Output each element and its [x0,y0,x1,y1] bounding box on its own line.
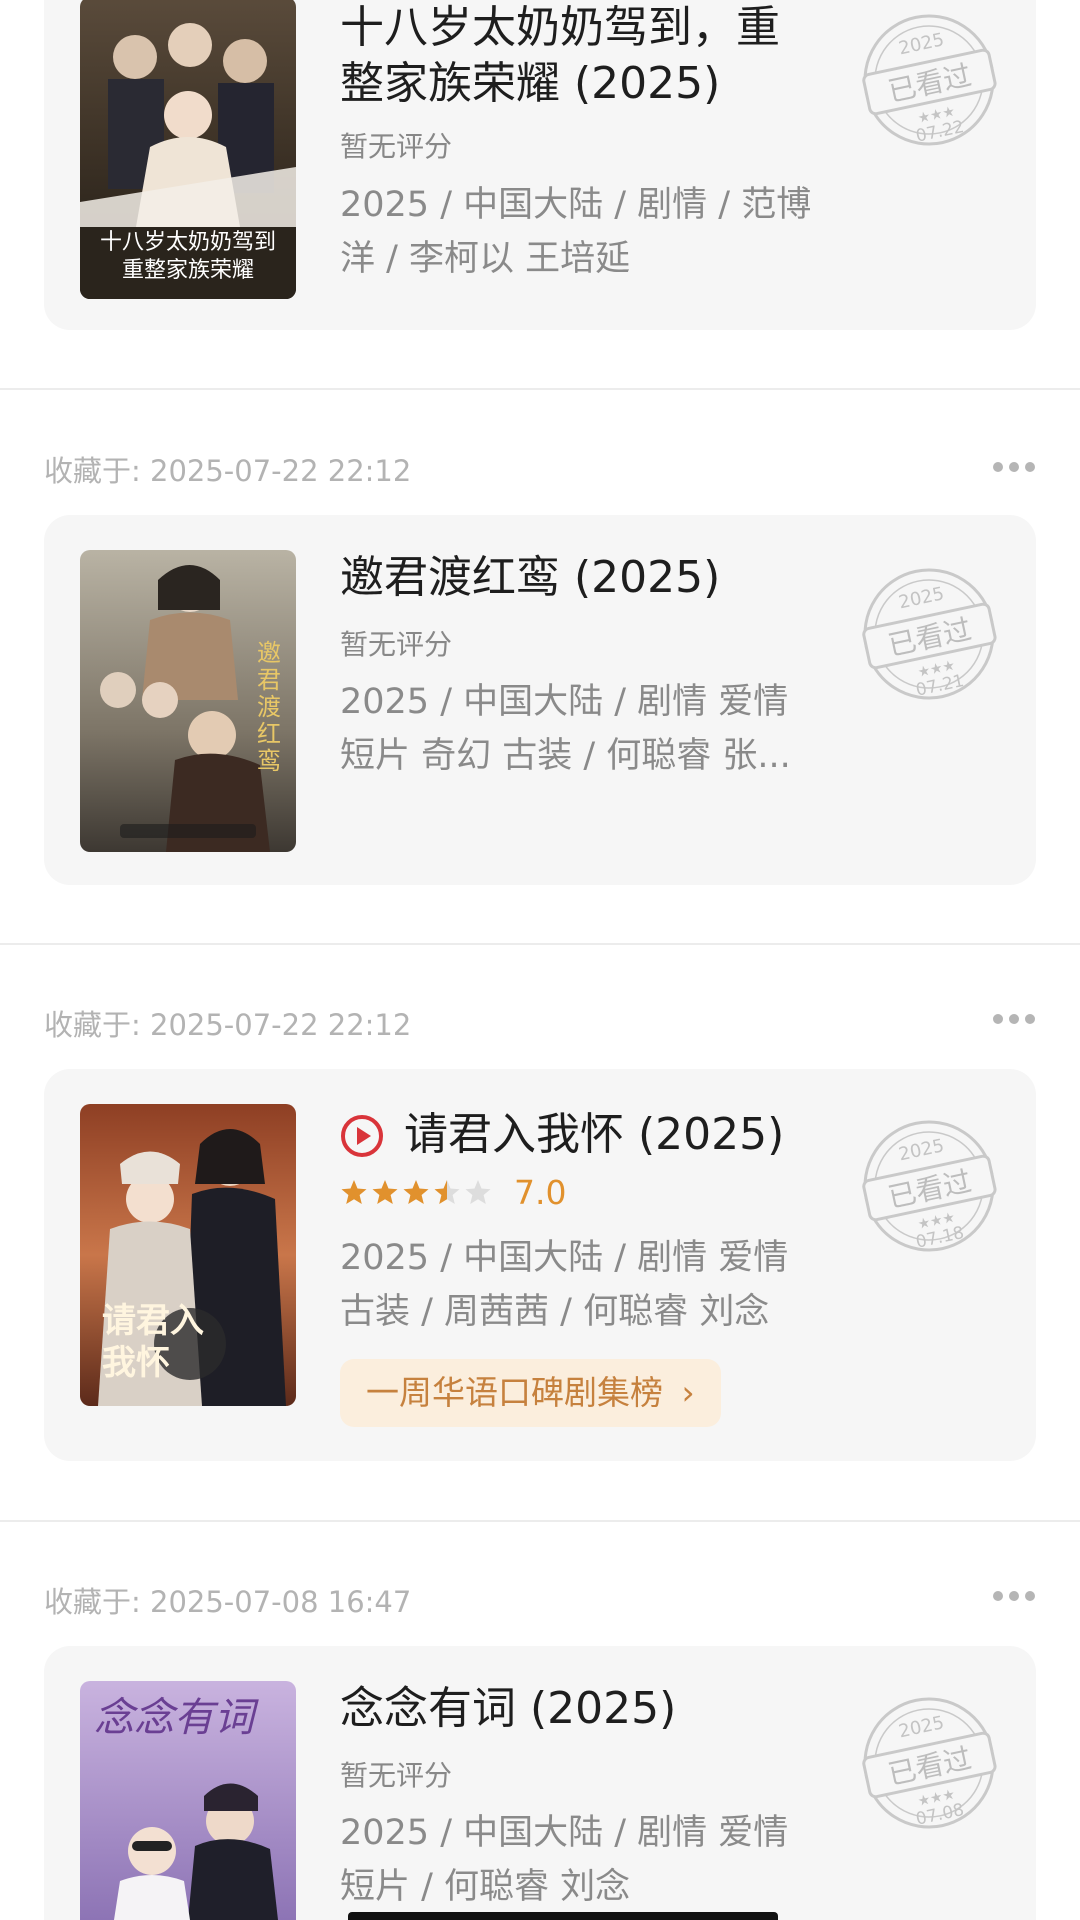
movie-title-line: 十八岁太奶奶驾到，重 [340,2,780,53]
movie-meta: 2025 / 中国大陆 / 剧情 爱情 短片 / 何聪睿 刘念 [340,1806,820,1914]
movie-title[interactable]: 邀君渡红鸾 (2025) [340,550,720,606]
watched-stamp: 2025 已看过 ★★★ 07.22 [861,12,997,148]
poster-title: 念念有词 [94,1695,254,1741]
stamp-year: 2025 [897,1135,946,1165]
movie-poster[interactable]: 请君入我怀 [80,1104,296,1406]
star-rating [341,1180,491,1204]
stamp-year: 2025 [897,1712,946,1742]
saved-timestamp: 收藏于: 2025-07-22 22:12 [44,454,412,488]
divider [0,943,1080,945]
saved-timestamp: 收藏于: 2025-07-22 22:12 [44,1008,412,1042]
meta-line: 古装 / 周茜茜 / 何聪睿 刘念 [340,1292,770,1332]
star-icon [372,1180,398,1204]
movie-poster[interactable]: 邀君渡红鸾 [80,550,296,852]
rating-text: 暂无评分 [340,1759,453,1792]
poster-title: 十八岁太奶奶驾到 重整家族荣耀 [99,230,276,283]
home-indicator [348,1912,778,1920]
rating-text: 暂无评分 [340,628,453,661]
stamp-year: 2025 [897,583,946,613]
movie-poster[interactable]: 十八岁太奶奶驾到 重整家族荣耀 [80,0,296,299]
divider [0,1520,1080,1522]
stamp-year: 2025 [897,29,946,59]
movie-poster[interactable]: 念念有词 [80,1681,296,1920]
movie-meta: 2025 / 中国大陆 / 剧情 / 范博 洋 / 李柯以 王培延 [340,178,820,286]
poster-title: 请君入我怀 [102,1301,204,1383]
movie-title[interactable]: 请君入我怀 (2025) [404,1107,784,1163]
ranking-badge[interactable]: 一周华语口碑剧集榜 › [340,1359,721,1427]
star-icon [341,1180,367,1204]
more-dots-icon[interactable] [993,462,1035,474]
movie-meta: 2025 / 中国大陆 / 剧情 爱情 古装 / 周茜茜 / 何聪睿 刘念 [340,1231,820,1339]
star-icon [465,1180,491,1204]
ranking-label: 一周华语口碑剧集榜 [366,1373,663,1412]
meta-line: 洋 / 李柯以 王培延 [340,239,631,279]
rating-text: 暂无评分 [340,130,453,163]
movie-meta: 2025 / 中国大陆 / 剧情 爱情 短片 奇幻 古装 / 何聪睿 张... [340,675,820,783]
more-dots-icon[interactable] [993,1591,1035,1603]
movie-title-line: 整家族荣耀 (2025) [340,58,721,109]
divider [0,388,1080,390]
movie-title[interactable]: 十八岁太奶奶驾到，重 整家族荣耀 (2025) [340,0,780,112]
meta-line: 2025 / 中国大陆 / 剧情 爱情 [340,1238,789,1278]
meta-line: 短片 / 何聪睿 刘念 [340,1867,631,1907]
meta-line: 短片 奇幻 古装 / 何聪睿 张... [340,736,791,776]
star-icon [403,1180,429,1204]
play-circle-icon[interactable] [340,1114,384,1158]
star-icon [434,1180,460,1204]
watched-stamp: 2025 已看过 ★★★ 07.08 [861,1695,997,1831]
more-dots-icon[interactable] [993,1014,1035,1026]
movie-title[interactable]: 念念有词 (2025) [340,1681,676,1737]
poster-title: 邀君渡红鸾 [257,639,281,775]
chevron-right-icon: › [681,1373,695,1412]
rating-value: 7.0 [514,1173,567,1212]
meta-line: 2025 / 中国大陆 / 剧情 爱情 [340,682,789,722]
watched-stamp: 2025 已看过 ★★★ 07.18 [861,1118,997,1254]
saved-timestamp: 收藏于: 2025-07-08 16:47 [44,1585,412,1619]
watched-stamp: 2025 已看过 ★★★ 07.21 [861,566,997,702]
meta-line: 2025 / 中国大陆 / 剧情 爱情 [340,1813,789,1853]
meta-line: 2025 / 中国大陆 / 剧情 / 范博 [340,185,812,225]
